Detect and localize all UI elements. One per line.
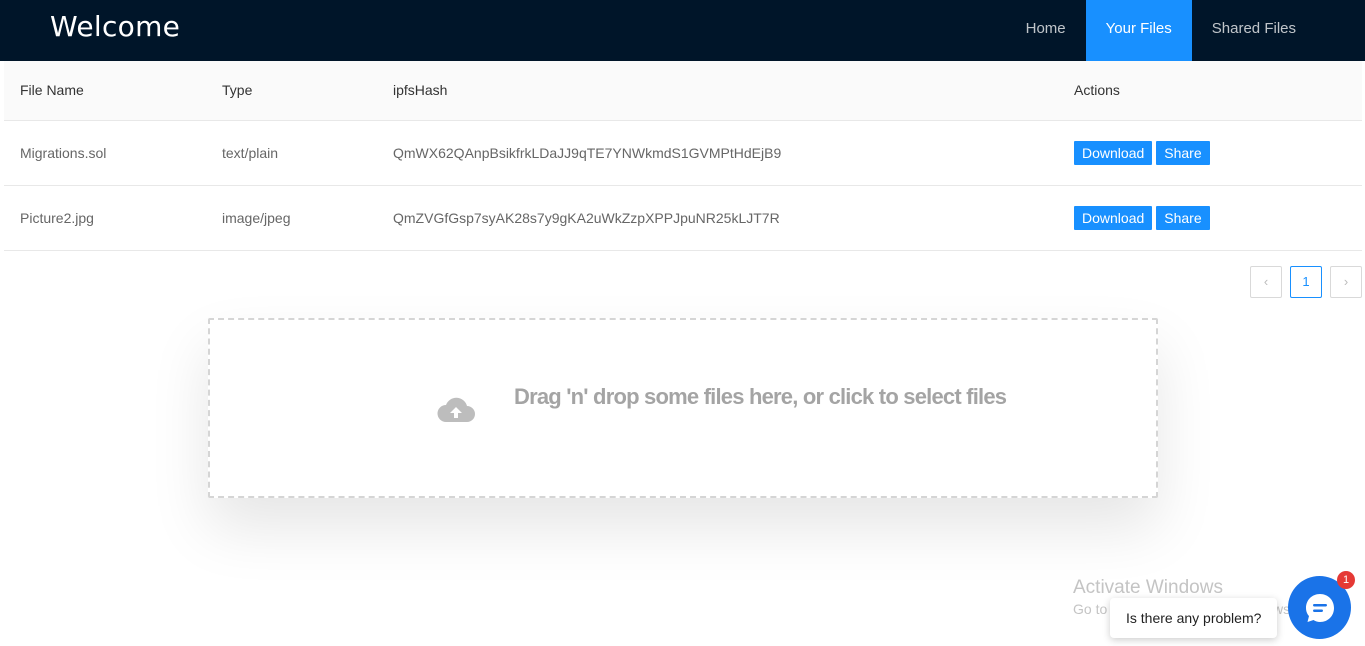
- nav-your-files[interactable]: Your Files: [1085, 0, 1192, 61]
- watermark-title: Activate Windows: [1073, 577, 1223, 598]
- cell-hash: QmWX62QAnpBsikfrkLDaJJ9qTE7YNWkmdS1GVMPt…: [377, 120, 1058, 186]
- notification-badge: 1: [1337, 571, 1355, 589]
- pagination-next-button[interactable]: ›: [1330, 266, 1362, 298]
- share-button[interactable]: Share: [1156, 205, 1210, 230]
- pagination-prev-button[interactable]: ‹: [1250, 266, 1282, 298]
- top-navbar: Welcome Home Your Files Shared Files: [0, 0, 1365, 61]
- table-row: Migrations.sol text/plain QmWX62QAnpBsik…: [4, 120, 1362, 186]
- nav-home[interactable]: Home: [1006, 0, 1086, 61]
- main-nav: Home Your Files Shared Files: [1006, 0, 1316, 61]
- cell-actions: Download Share: [1058, 120, 1362, 186]
- header-type: Type: [206, 61, 377, 121]
- cell-hash: QmZVGfGsp7syAK28s7y9gKA2uWkZzpXPPJpuNR25…: [377, 185, 1058, 251]
- table-row: Picture2.jpg image/jpeg QmZVGfGsp7syAK28…: [4, 185, 1362, 251]
- nav-shared-files[interactable]: Shared Files: [1192, 0, 1316, 61]
- chat-icon: [1305, 593, 1334, 622]
- cell-type: text/plain: [206, 120, 377, 186]
- chat-prompt-bubble[interactable]: Is there any problem?: [1110, 598, 1278, 638]
- share-button[interactable]: Share: [1156, 140, 1210, 165]
- pagination-page-1[interactable]: 1: [1290, 266, 1322, 298]
- files-table: File Name Type ipfsHash Actions Migratio…: [4, 61, 1362, 251]
- pagination: ‹ 1 ›: [1250, 266, 1362, 298]
- cell-file-name: Migrations.sol: [4, 120, 206, 186]
- cell-file-name: Picture2.jpg: [4, 185, 206, 251]
- header-ipfs-hash: ipfsHash: [377, 61, 1058, 121]
- download-button[interactable]: Download: [1074, 205, 1153, 230]
- dropzone-text: Drag 'n' drop some files here, or click …: [514, 384, 1007, 409]
- cloud-upload-icon: [437, 397, 475, 422]
- table-header-row: File Name Type ipfsHash Actions: [4, 61, 1362, 121]
- header-file-name: File Name: [4, 61, 206, 121]
- files-table-container: File Name Type ipfsHash Actions Migratio…: [4, 61, 1362, 251]
- header-actions: Actions: [1058, 61, 1362, 121]
- download-button[interactable]: Download: [1074, 140, 1153, 165]
- file-dropzone[interactable]: Drag 'n' drop some files here, or click …: [208, 318, 1158, 498]
- cell-actions: Download Share: [1058, 185, 1362, 251]
- brand-title: Welcome: [50, 10, 181, 43]
- cell-type: image/jpeg: [206, 185, 377, 251]
